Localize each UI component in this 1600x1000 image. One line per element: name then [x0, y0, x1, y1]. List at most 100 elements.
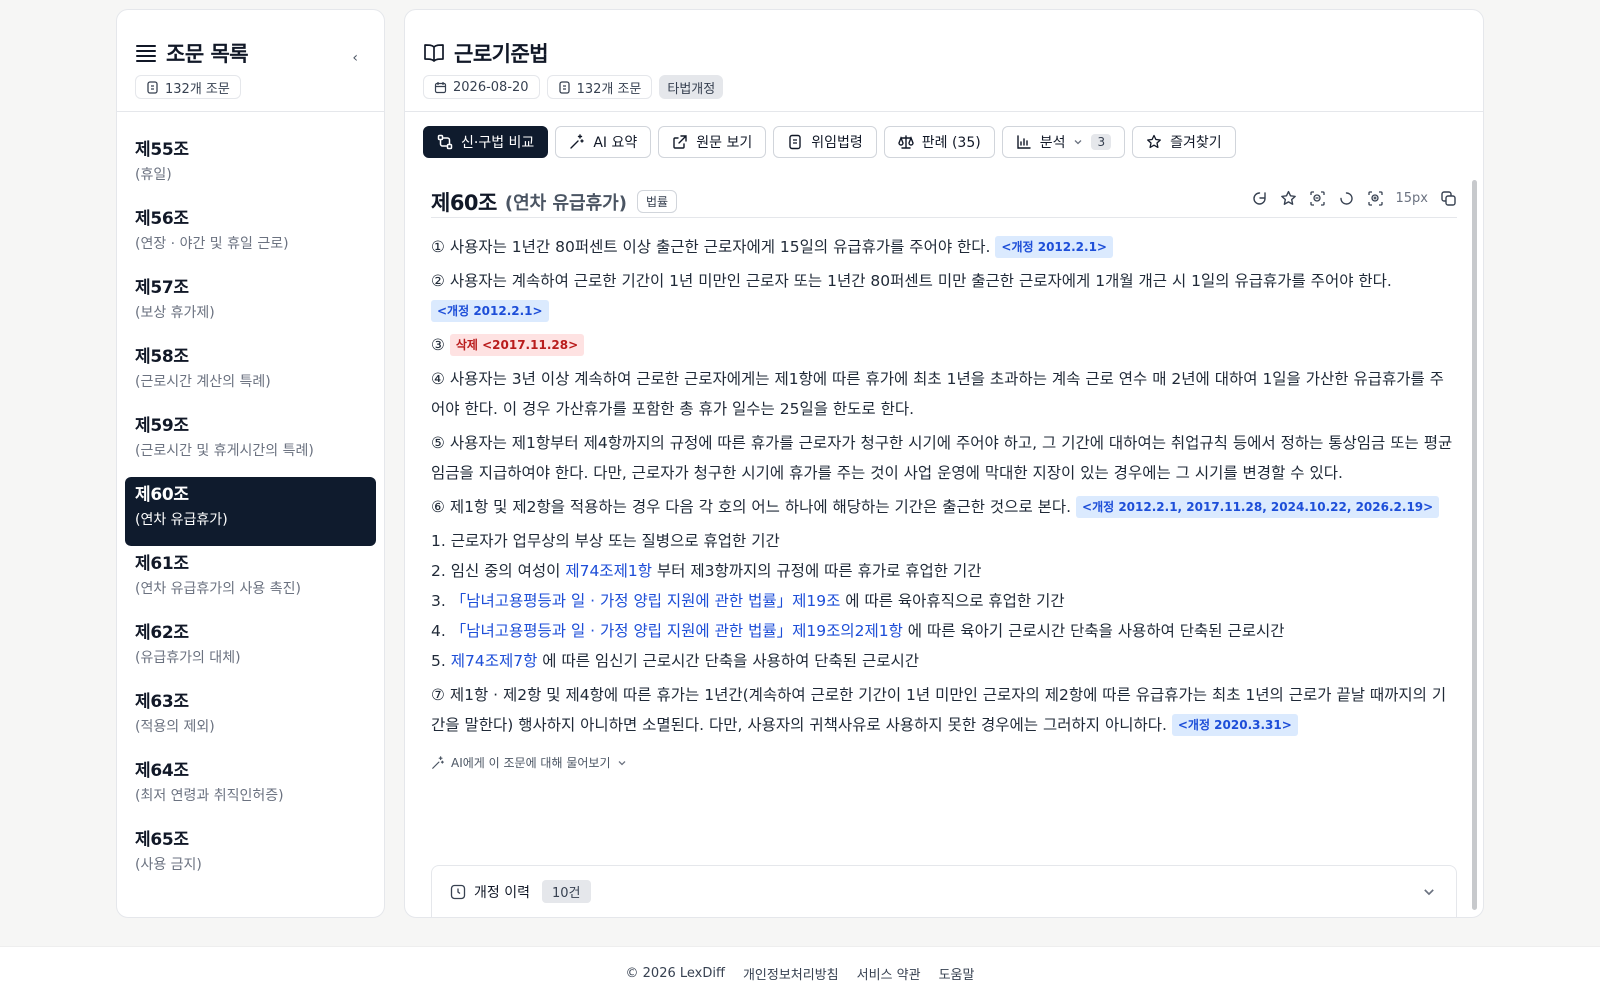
collapse-sidebar-icon[interactable]: ‹: [352, 50, 358, 66]
article-number: 제64조: [135, 761, 189, 781]
compare-icon: [437, 134, 453, 150]
paragraph-2: ② 사용자는 계속하여 근로한 기간이 1년 미만인 근로자 또는 1년간 80…: [431, 266, 1457, 326]
revision-history-toggle[interactable]: 개정 이력 10건: [431, 865, 1457, 917]
amendment-type-badge: 타법개정: [659, 75, 724, 99]
help-link[interactable]: 도움말: [939, 964, 975, 983]
subitem-2: 2. 임신 중의 여성이 제74조제1항 부터 제3항까지의 규정에 따른 휴가…: [431, 556, 1457, 586]
amendment-badge: <개정 2012.2.1>: [431, 300, 549, 322]
law-type-badge: 법률: [636, 190, 678, 213]
article-number: 제65조: [135, 830, 189, 850]
law-header: 근로기준법 2026-08-20 132개 조문 타법개정: [405, 10, 1483, 112]
refresh-icon[interactable]: [1251, 190, 1268, 207]
terms-link[interactable]: 서비스 약관: [857, 964, 921, 983]
deleted-badge: 삭제 <2017.11.28>: [449, 334, 585, 356]
ask-ai-button[interactable]: AI에게 이 조문에 대해 물어보기: [431, 754, 1457, 771]
bar-chart-icon: [1016, 134, 1032, 150]
zoom-in-icon[interactable]: [1367, 190, 1384, 207]
sidebar-item-art55[interactable]: 제55조 (휴일): [125, 132, 376, 201]
sidebar-item-art56[interactable]: 제56조 (연장 · 야간 및 휴일 근로): [125, 201, 376, 270]
chevron-down-icon: [617, 758, 627, 768]
article-title: (보상 휴가제): [135, 305, 215, 321]
paragraph-text: ② 사용자는 계속하여 근로한 기간이 1년 미만인 근로자 또는 1년간 80…: [431, 272, 1392, 290]
article-number: 제60조: [431, 190, 497, 215]
article-title: (유급휴가의 대체): [135, 650, 241, 666]
law-reference-link[interactable]: 제74조제7항: [451, 652, 538, 670]
paragraph-text: ⑥ 제1항 및 제2항을 적용하는 경우 다음 각 호의 어느 하나에 해당하는…: [431, 498, 1072, 516]
article-number: 제55조: [135, 140, 189, 160]
article-number: 제59조: [135, 416, 189, 436]
article-title: (연차 유급휴가의 사용 촉진): [135, 581, 301, 597]
analysis-count-badge: 3: [1091, 134, 1112, 150]
sidebar-item-art57[interactable]: 제57조 (보상 휴가제): [125, 270, 376, 339]
copyright: © 2026 LexDiff: [625, 966, 725, 981]
paragraph-4: ④ 사용자는 3년 이상 계속하여 근로한 근로자에게는 제1항에 따른 휴가에…: [431, 364, 1457, 424]
article-number: 제60조: [135, 485, 189, 505]
sidebar-item-art60-active[interactable]: 제60조 (연차 유급휴가): [125, 477, 376, 546]
subitem-text: 에 따른 임신기 근로시간 단축을 사용하여 단축된 근로시간: [542, 652, 920, 670]
subitem-text: 에 따른 육아휴직으로 휴업한 기간: [845, 592, 1065, 610]
article-title: (사용 금지): [135, 857, 202, 873]
paragraph-text: ① 사용자는 1년간 80퍼센트 이상 출근한 근로자에게 15일의 유급휴가를…: [431, 238, 991, 256]
subitem-text: 부터 제3항까지의 규정에 따른 휴가로 휴업한 기간: [656, 562, 982, 580]
law-reference-link[interactable]: 제74조제1항: [565, 562, 652, 580]
sidebar-item-art59[interactable]: 제59조 (근로시간 및 휴게시간의 특례): [125, 408, 376, 477]
paragraph-1: ① 사용자는 1년간 80퍼센트 이상 출근한 근로자에게 15일의 유급휴가를…: [431, 232, 1457, 262]
law-viewer: 근로기준법 2026-08-20 132개 조문 타법개정 신·구법 비교 AI…: [404, 9, 1484, 918]
sidebar-item-art63[interactable]: 제63조 (적용의 제외): [125, 684, 376, 753]
sidebar-item-art61[interactable]: 제61조 (연차 유급휴가의 사용 촉진): [125, 546, 376, 615]
subitem-1: 1. 근로자가 업무상의 부상 또는 질병으로 휴업한 기간: [431, 526, 1457, 556]
article-body: ① 사용자는 1년간 80퍼센트 이상 출근한 근로자에게 15일의 유급휴가를…: [405, 218, 1483, 740]
view-original-button[interactable]: 원문 보기: [658, 126, 767, 158]
toolbar: 신·구법 비교 AI 요약 원문 보기 위임법령 판례 (35) 분석 3 즐겨…: [405, 112, 1483, 174]
subitem-text: 에 따른 육아기 근로시간 단축을 사용하여 단축된 근로시간: [907, 622, 1285, 640]
precedents-button[interactable]: 판례 (35): [883, 126, 995, 158]
article-title: (근로시간 계산의 특례): [135, 374, 271, 390]
article-number: 제62조: [135, 623, 189, 643]
compare-label: 신·구법 비교: [461, 135, 535, 151]
zoom-out-icon[interactable]: [1309, 190, 1326, 207]
delegated-laws-button[interactable]: 위임법령: [773, 126, 877, 158]
copy-icon[interactable]: [1440, 190, 1457, 207]
paragraph-6: ⑥ 제1항 및 제2항을 적용하는 경우 다음 각 호의 어느 하나에 해당하는…: [431, 492, 1457, 522]
subitem-text: 5.: [431, 652, 446, 670]
reset-icon[interactable]: [1338, 190, 1355, 207]
subitem-5: 5. 제74조제7항 에 따른 임신기 근로시간 단축을 사용하여 단축된 근로…: [431, 646, 1457, 676]
law-reference-link[interactable]: 「남녀고용평등과 일 · 가정 양립 지원에 관한 법률」제19조: [451, 592, 841, 610]
star-icon[interactable]: [1280, 190, 1297, 207]
view-original-label: 원문 보기: [696, 135, 753, 151]
scale-icon: [898, 134, 914, 150]
article-sidebar: 조문 목록 ‹ 132개 조문 제55조 (휴일) 제56조 (연장 · 야간 및 …: [116, 9, 385, 918]
sidebar-item-art65[interactable]: 제65조 (사용 금지): [125, 822, 376, 891]
scrollbar-thumb[interactable]: [1472, 180, 1477, 910]
privacy-link[interactable]: 개인정보처리방침: [743, 964, 839, 983]
enforcement-date: 2026-08-20: [453, 79, 529, 95]
delegated-laws-label: 위임법령: [811, 135, 863, 151]
article-tools: 15px: [1251, 190, 1458, 207]
revision-history-label: 개정 이력: [474, 884, 530, 901]
article-count-badge: 132개 조문: [546, 75, 653, 99]
amendment-badge: <개정 2020.3.31>: [1171, 714, 1298, 736]
article-count-label: 132개 조문: [576, 81, 642, 97]
amendment-badge: <개정 2012.2.1, 2017.11.28, 2024.10.22, 20…: [1076, 496, 1440, 518]
article-title: (연장 · 야간 및 휴일 근로): [135, 236, 289, 252]
law-reference-link[interactable]: 「남녀고용평등과 일 · 가정 양립 지원에 관한 법률」제19조의2제1항: [451, 622, 903, 640]
chevron-down-icon: [1073, 137, 1083, 147]
article-header: 제60조 (연차 유급휴가) 법률 15px: [431, 174, 1457, 218]
paragraph-3: ③ 삭제 <2017.11.28>: [431, 330, 1457, 360]
star-icon: [1146, 134, 1162, 150]
sidebar-item-art64[interactable]: 제64조 (최저 연령과 취직인허증): [125, 753, 376, 822]
font-size-value: 15px: [1395, 191, 1429, 206]
subitem-4: 4. 「남녀고용평등과 일 · 가정 양립 지원에 관한 법률」제19조의2제1…: [431, 616, 1457, 646]
ai-summary-button[interactable]: AI 요약: [555, 126, 652, 158]
document-icon: [146, 80, 159, 94]
compare-old-new-button[interactable]: 신·구법 비교: [423, 126, 549, 158]
subitem-3: 3. 「남녀고용평등과 일 · 가정 양립 지원에 관한 법률」제19조 에 따…: [431, 586, 1457, 616]
sidebar-item-art58[interactable]: 제58조 (근로시간 계산의 특례): [125, 339, 376, 408]
article-number: 제61조: [135, 554, 189, 574]
analysis-dropdown[interactable]: 분석 3: [1001, 126, 1126, 158]
favorite-button[interactable]: 즐겨찾기: [1132, 126, 1236, 158]
analysis-label: 분석: [1039, 135, 1066, 151]
article-title: (최저 연령과 취직인허증): [135, 788, 284, 804]
sidebar-item-art62[interactable]: 제62조 (유급휴가의 대체): [125, 615, 376, 684]
article-number: 제56조: [135, 209, 189, 229]
